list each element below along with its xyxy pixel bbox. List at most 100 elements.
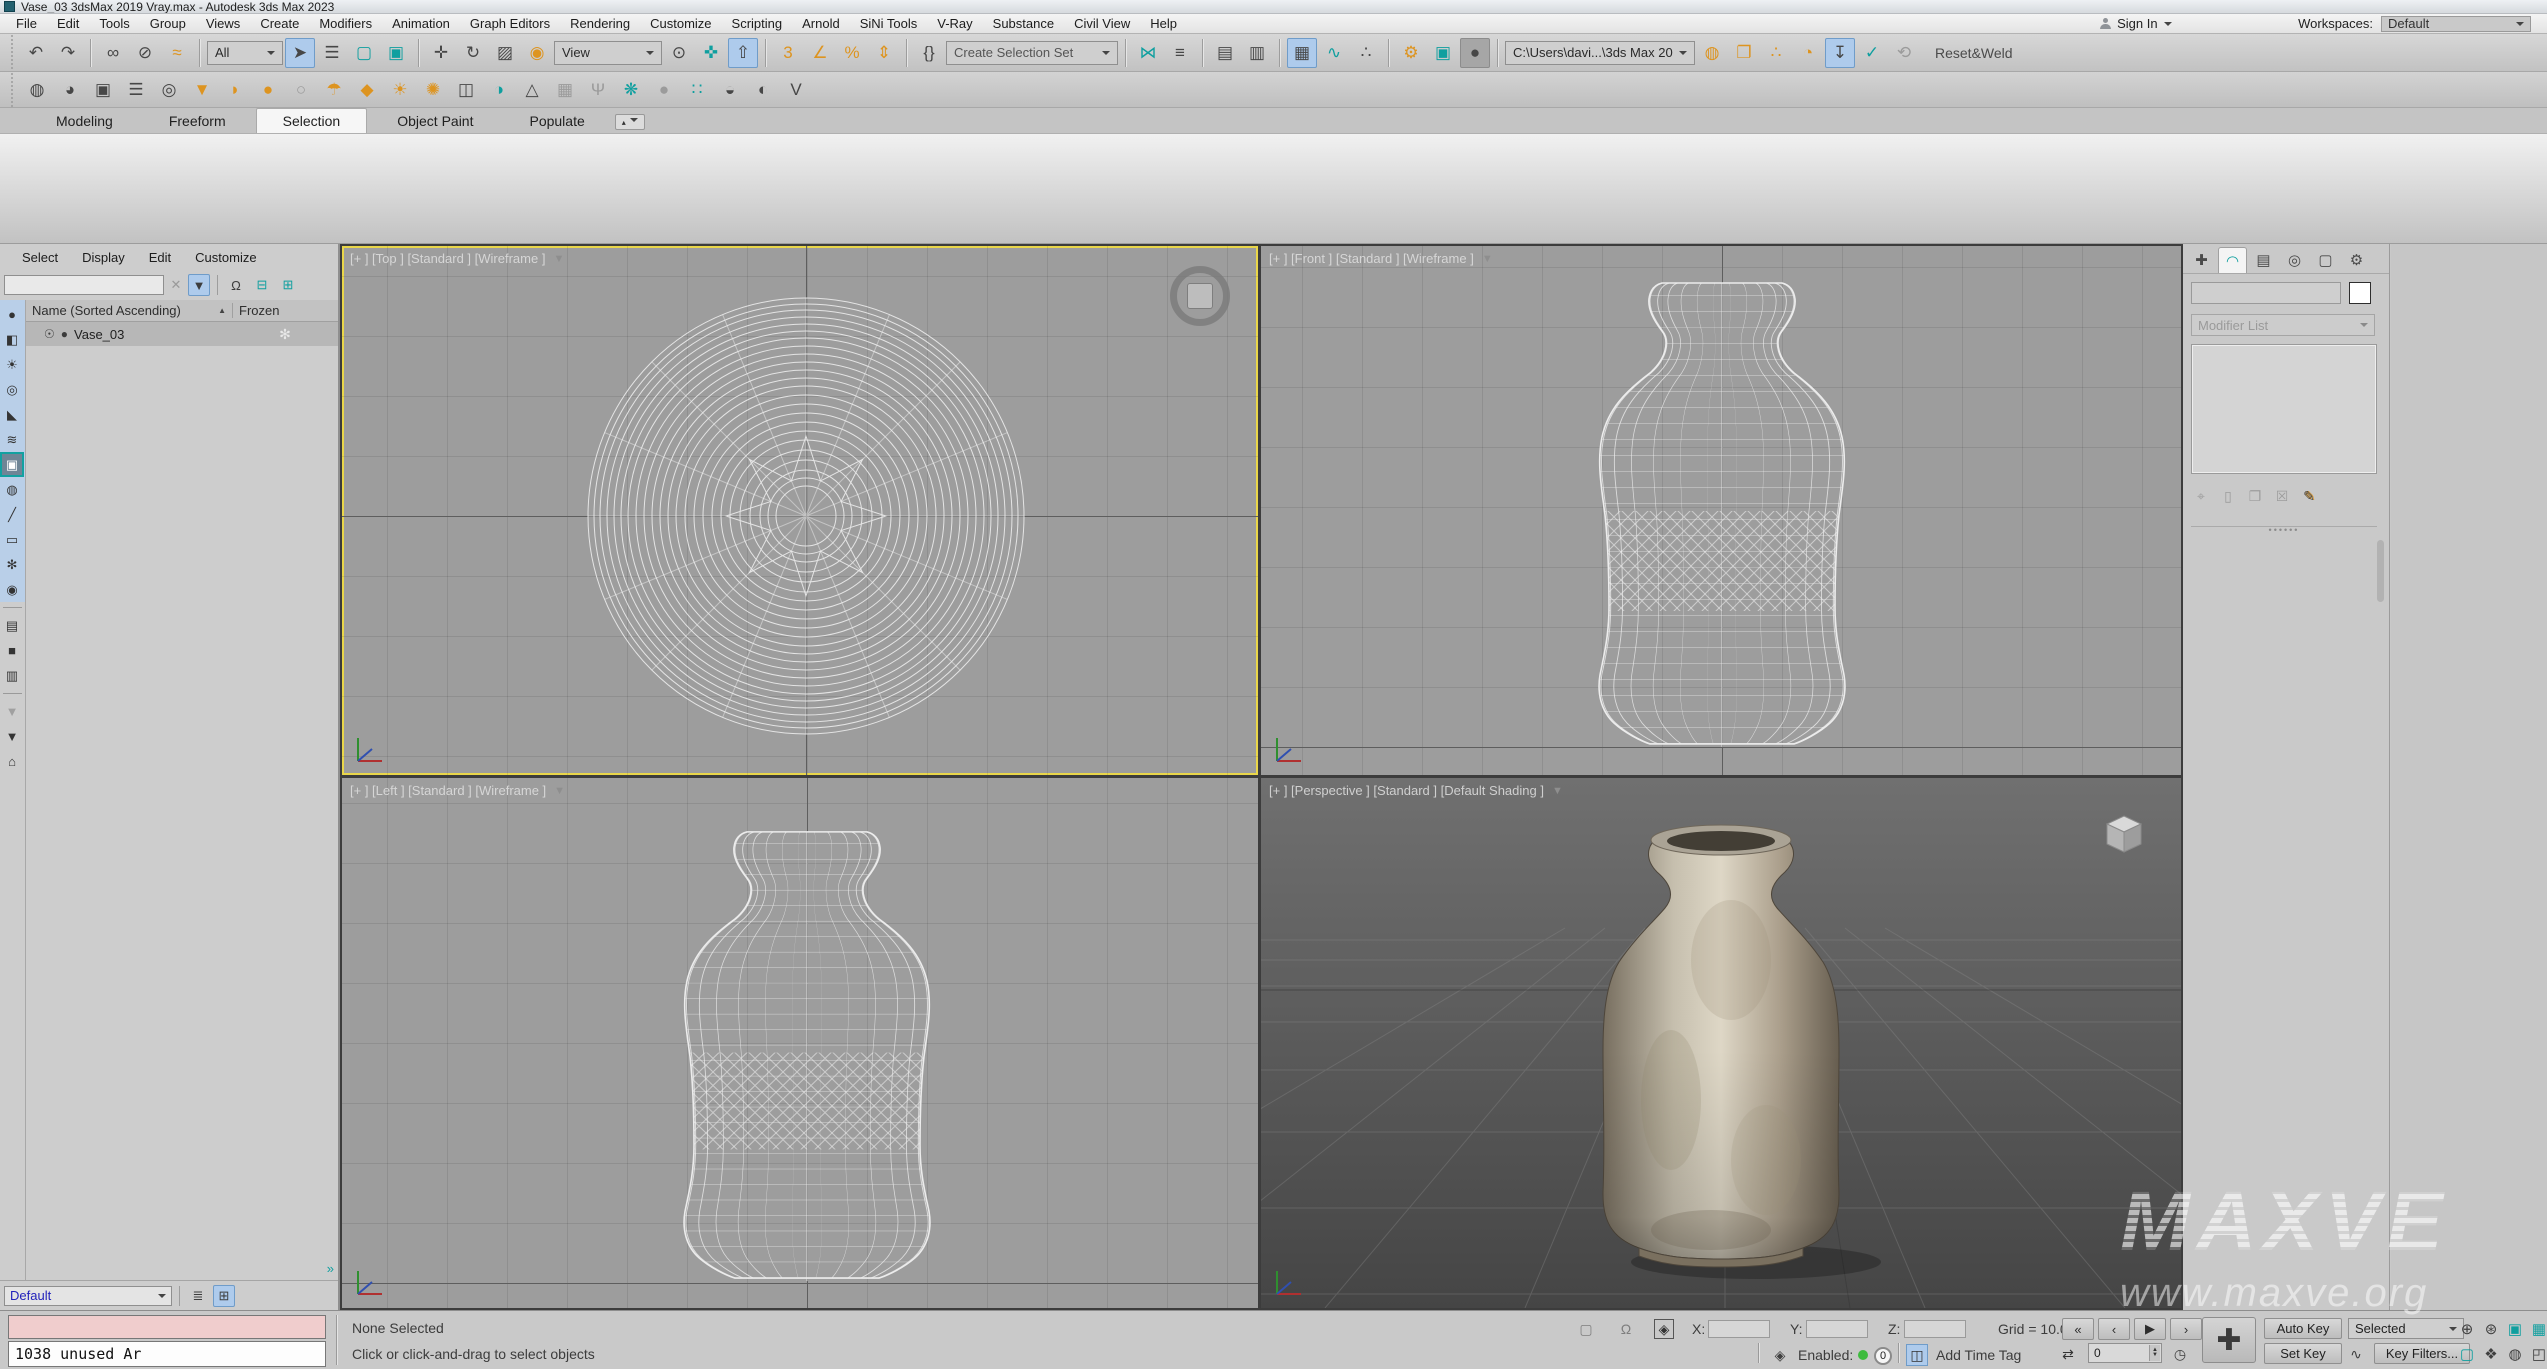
tab-modeling[interactable]: Modeling — [30, 109, 139, 133]
percent-snap-icon[interactable]: % — [837, 38, 867, 68]
display-hidden-icon[interactable]: ◉ — [0, 577, 24, 602]
display-spacewarps-icon[interactable]: ≋ — [0, 427, 24, 452]
list-icon[interactable]: ☰ — [121, 75, 151, 105]
dome-light-icon[interactable]: ◗ — [220, 75, 250, 105]
z-coordinate-field[interactable] — [1904, 1320, 1966, 1338]
object-name[interactable]: Vase_03 — [74, 327, 124, 342]
render-production-icon[interactable]: ● — [1460, 38, 1490, 68]
window-crossing-toggle-icon[interactable]: ▣ — [381, 38, 411, 68]
selection-lock-icon[interactable]: Ω — [1616, 1319, 1636, 1339]
hierarchy-view-icon[interactable]: ⊞ — [213, 1285, 235, 1307]
display-shapes-icon[interactable]: ◧ — [0, 327, 24, 352]
sun-light-icon[interactable]: ☀ — [385, 75, 415, 105]
adaptive-degradation-shield-icon[interactable]: ◈ — [1770, 1345, 1790, 1365]
display-lights-icon[interactable]: ☀ — [0, 352, 24, 377]
box-icon[interactable]: ▣ — [88, 75, 118, 105]
menu-item[interactable]: Views — [196, 14, 250, 33]
time-configuration-icon[interactable]: ◷ — [2170, 1344, 2190, 1364]
menu-item[interactable]: Create — [250, 14, 309, 33]
toolbar-grip[interactable] — [10, 72, 15, 107]
search-input[interactable] — [4, 275, 164, 295]
selection-filter-select[interactable]: All — [207, 41, 283, 65]
create-tab[interactable]: ✚ — [2187, 247, 2216, 273]
enabled-count-badge[interactable]: 0 — [1874, 1347, 1892, 1365]
plane-light-icon[interactable]: ◆ — [352, 75, 382, 105]
sign-in-button[interactable]: Sign In — [2100, 16, 2290, 31]
display-containers-icon[interactable]: ◍ — [0, 477, 24, 502]
viewport-label[interactable]: [+ ] [Perspective ] [Standard ] [Default… — [1269, 783, 1563, 798]
show-end-result-icon[interactable]: ▯ — [2216, 484, 2240, 508]
menu-item[interactable]: Substance — [983, 14, 1064, 33]
display-tab[interactable]: ▢ — [2311, 247, 2340, 273]
selection-region-icon[interactable]: ▢ — [1576, 1319, 1596, 1339]
table-row[interactable]: ☉ ● Vase_03 ✻ — [26, 322, 338, 346]
active-layer-select[interactable]: Default — [4, 1286, 172, 1306]
orbit-icon[interactable]: ◍ — [2504, 1343, 2526, 1365]
menu-item[interactable]: Edit — [47, 14, 89, 33]
check-circle-icon[interactable]: ✓ — [1857, 38, 1887, 68]
auto-key-button[interactable]: Auto Key — [2264, 1318, 2342, 1339]
tab-selection[interactable]: Selection — [256, 108, 368, 133]
menu-item[interactable]: SiNi Tools — [850, 14, 928, 33]
viewport-filter-icon[interactable]: ▼ — [1482, 253, 1493, 265]
object-color-swatch[interactable] — [2349, 282, 2371, 304]
previous-frame-button[interactable]: ‹ — [2098, 1318, 2130, 1340]
viewport-filter-icon[interactable]: ▼ — [553, 253, 564, 265]
key-mode-toggle-icon[interactable]: ⇄ — [2058, 1344, 2078, 1364]
display-bones-icon[interactable]: ▣ — [0, 452, 24, 477]
menu-item[interactable]: Scripting — [722, 14, 793, 33]
paint-bucket-icon[interactable]: ◐ — [748, 75, 778, 105]
project-path-select[interactable]: C:\Users\davi...\3ds Max 2025 — [1505, 41, 1695, 65]
workspace-select[interactable]: Default — [2381, 16, 2531, 32]
remove-modifier-icon[interactable]: ☒ — [2270, 484, 2294, 508]
layers-icon[interactable]: ≣ — [187, 1285, 209, 1307]
color-dots-icon[interactable]: ∷ — [682, 75, 712, 105]
maxscript-mini-listener-pink[interactable] — [8, 1315, 326, 1339]
grass-icon[interactable]: Ψ — [583, 75, 613, 105]
modifier-list-select[interactable]: Modifier List — [2191, 314, 2375, 336]
selection-container-icon[interactable]: ⌂ — [0, 749, 24, 774]
display-frozen-icon[interactable]: ✻ — [0, 552, 24, 577]
visibility-eye-icon[interactable]: ☉ — [44, 327, 55, 341]
save-scene-timestamp-icon[interactable]: ↧ — [1825, 38, 1855, 68]
bind-to-space-warp-icon[interactable]: ≈ — [162, 38, 192, 68]
revert-history-icon[interactable]: ⟲ — [1889, 38, 1919, 68]
zoom-all-icon[interactable]: ⊛ — [2480, 1318, 2502, 1340]
building-icon[interactable]: ▦ — [550, 75, 580, 105]
zoom-extents-all-icon[interactable]: ▦ — [2528, 1318, 2547, 1340]
reset-weld-button[interactable]: Reset&Weld — [1935, 45, 2013, 61]
sun-rays-icon[interactable]: ✺ — [418, 75, 448, 105]
utilities-tab[interactable]: ⚙ — [2342, 247, 2371, 273]
toggle-layer-explorer-icon[interactable]: ▥ — [1242, 38, 1272, 68]
camera-icon[interactable]: ◎ — [154, 75, 184, 105]
menu-item[interactable]: Rendering — [560, 14, 640, 33]
render-folder-teapot-icon[interactable]: ❐ — [1729, 38, 1759, 68]
mirror-icon[interactable]: ⋈ — [1133, 38, 1163, 68]
current-frame-field[interactable]: 0 ▲▼ — [2088, 1343, 2162, 1363]
align-icon[interactable]: ≡ — [1165, 38, 1195, 68]
collapse-tree-icon[interactable]: ⊟ — [251, 274, 273, 296]
keyboard-shortcut-override-icon[interactable]: ⇧ — [728, 38, 758, 68]
menu-item[interactable]: File — [6, 14, 47, 33]
configure-modifier-sets-icon[interactable]: ✎ — [2297, 484, 2321, 508]
toolbar-grip[interactable] — [10, 34, 15, 71]
column-header-name[interactable]: Name (Sorted Ascending) ▲ — [26, 303, 232, 318]
tower-helper-icon[interactable]: △ — [517, 75, 547, 105]
next-frame-button[interactable]: › — [2170, 1318, 2202, 1340]
ribbon-collapse-button[interactable]: ▴ — [615, 114, 645, 130]
select-and-move-icon[interactable]: ✛ — [426, 38, 456, 68]
motion-tab[interactable]: ◎ — [2280, 247, 2309, 273]
render-nodes-teapot-icon[interactable]: ∴ — [1761, 38, 1791, 68]
display-helpers-icon[interactable]: ◣ — [0, 402, 24, 427]
display-bone-objects-icon[interactable]: ╱ — [0, 502, 24, 527]
expand-tree-icon[interactable]: ⊞ — [277, 274, 299, 296]
menu-item[interactable]: Arnold — [792, 14, 850, 33]
select-and-scale-icon[interactable]: ▨ — [490, 38, 520, 68]
viewport-filter-icon[interactable]: ▼ — [1552, 785, 1563, 797]
pin-stack-icon[interactable]: ⌖ — [2189, 484, 2213, 508]
menu-item[interactable]: Help — [1140, 14, 1187, 33]
zoom-icon[interactable]: ⊕ — [2456, 1318, 2478, 1340]
display-geometry-icon[interactable]: ● — [0, 302, 24, 327]
select-by-name-icon[interactable]: ☰ — [317, 38, 347, 68]
explorer-list-view-icon[interactable]: ▤ — [0, 613, 24, 638]
